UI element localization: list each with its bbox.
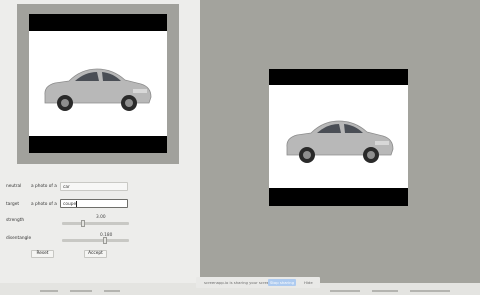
target-label: target — [6, 202, 20, 207]
screen-share-bar: screenapp.io is sharing your screen. Sto… — [196, 277, 320, 288]
accept-button[interactable]: Accept — [84, 250, 107, 258]
letterbox-top — [269, 69, 408, 85]
taskbar-item[interactable] — [40, 290, 58, 292]
disentangle-slider-thumb[interactable] — [102, 237, 107, 244]
stop-sharing-button[interactable]: Stop sharing — [268, 279, 296, 286]
target-prefix: a photo of a — [31, 202, 57, 207]
source-image — [29, 14, 167, 153]
hide-button[interactable]: Hide — [304, 280, 313, 285]
strength-value: 3.00 — [96, 215, 106, 220]
taskbar-item[interactable] — [70, 290, 92, 292]
neutral-label: neutral — [6, 184, 22, 189]
letterbox-bottom — [269, 188, 408, 206]
disentangle-slider[interactable] — [62, 237, 129, 244]
disentangle-label: disentangle — [6, 236, 32, 241]
strength-slider[interactable] — [62, 220, 129, 227]
letterbox-top — [29, 14, 167, 31]
car-photo — [286, 120, 394, 163]
car-photo — [44, 68, 152, 111]
taskbar-item[interactable] — [104, 290, 120, 292]
taskbar-item[interactable] — [372, 290, 398, 292]
result-image — [269, 69, 408, 206]
target-input-value: coupe — [63, 202, 77, 207]
strength-slider-thumb[interactable] — [80, 220, 85, 227]
screen-share-message: screenapp.io is sharing your screen. — [204, 280, 273, 285]
letterbox-bottom — [29, 136, 167, 153]
reset-button[interactable]: Reset — [31, 250, 54, 258]
neutral-prefix: a photo of a — [31, 184, 57, 189]
taskbar-item[interactable] — [330, 290, 360, 292]
target-input[interactable]: coupe — [60, 199, 128, 208]
strength-label: strength — [6, 218, 25, 223]
neutral-input[interactable]: car — [60, 182, 128, 191]
text-cursor — [76, 201, 77, 207]
taskbar-item[interactable] — [410, 290, 450, 292]
